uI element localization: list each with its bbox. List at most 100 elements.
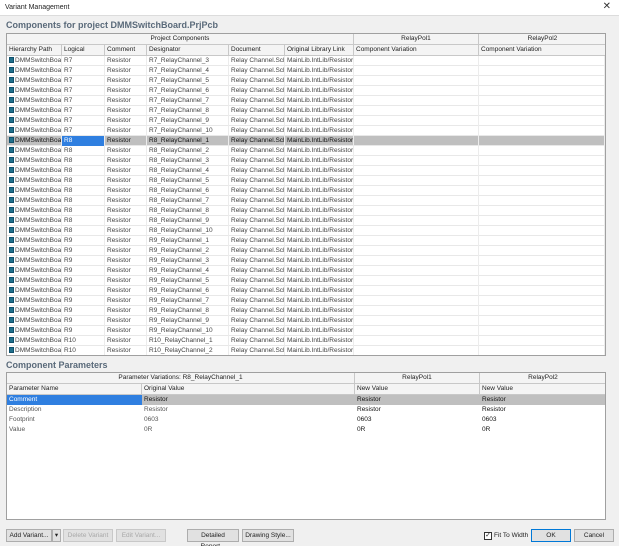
table-row[interactable]: DMMSwitchBoar R9 Resistor R9_RelayChannel_4… [7, 266, 605, 276]
fit-to-width-checkbox[interactable]: ✓ [484, 532, 492, 540]
parameter-v2-cell[interactable]: Resistor [480, 405, 605, 415]
component-variation-cell[interactable] [479, 56, 605, 66]
add-variant-dropdown-icon[interactable]: ▾ [52, 529, 61, 542]
drawing-style-button[interactable]: Drawing Style... [242, 529, 294, 542]
col-header-component-variation-2[interactable]: Component Variation [479, 45, 605, 56]
component-variation-cell[interactable] [479, 266, 605, 276]
parameter-v2-cell[interactable]: 0R [480, 425, 605, 435]
add-variant-button[interactable]: Add Variant... [6, 529, 52, 542]
component-variation-cell[interactable] [354, 286, 479, 296]
component-variation-cell[interactable] [354, 256, 479, 266]
table-row[interactable]: DMMSwitchBoar R8 Resistor R8_RelayChannel_5… [7, 176, 605, 186]
delete-variant-button[interactable]: Delete Variant [63, 529, 113, 542]
components-scrollbar[interactable]: ▲ ▼ [605, 34, 606, 356]
component-variation-cell[interactable] [479, 176, 605, 186]
component-variation-cell[interactable] [354, 246, 479, 256]
component-variation-cell[interactable] [479, 226, 605, 236]
col-header-comment[interactable]: Comment [105, 45, 147, 56]
table-row[interactable]: DMMSwitchBoar R7 Resistor R7_RelayChannel_1… [7, 126, 605, 136]
component-variation-cell[interactable] [479, 186, 605, 196]
component-variation-cell[interactable] [479, 136, 605, 146]
table-row[interactable]: DMMSwitchBoar R9 Resistor R9_RelayChannel_7… [7, 296, 605, 306]
component-variation-cell[interactable] [354, 326, 479, 336]
component-variation-cell[interactable] [354, 66, 479, 76]
component-variation-cell[interactable] [479, 346, 605, 355]
col-header-original-value[interactable]: Original Value [142, 384, 355, 395]
table-row[interactable]: DMMSwitchBoar R9 Resistor R9_RelayChannel_8… [7, 306, 605, 316]
col-header-document[interactable]: Document [229, 45, 285, 56]
component-variation-cell[interactable] [354, 316, 479, 326]
scroll-up-icon[interactable]: ▲ [605, 34, 606, 40]
table-row[interactable]: DMMSwitchBoar R7 Resistor R7_RelayChannel_3… [7, 56, 605, 66]
component-variation-cell[interactable] [354, 56, 479, 66]
col-header-parameter-name[interactable]: Parameter Name [7, 384, 142, 395]
component-variation-cell[interactable] [354, 216, 479, 226]
component-variation-cell[interactable] [354, 296, 479, 306]
table-row[interactable]: DMMSwitchBoar R7 Resistor R7_RelayChannel_6… [7, 86, 605, 96]
table-row[interactable]: DMMSwitchBoar R7 Resistor R7_RelayChannel_4… [7, 66, 605, 76]
component-variation-cell[interactable] [479, 106, 605, 116]
cancel-button[interactable]: Cancel [574, 529, 614, 542]
component-variation-cell[interactable] [479, 256, 605, 266]
component-variation-cell[interactable] [479, 96, 605, 106]
table-row[interactable]: DMMSwitchBoar R8 Resistor R8_RelayChannel_3… [7, 156, 605, 166]
component-variation-cell[interactable] [354, 176, 479, 186]
component-variation-cell[interactable] [354, 226, 479, 236]
component-variation-cell[interactable] [479, 236, 605, 246]
component-variation-cell[interactable] [479, 76, 605, 86]
component-variation-cell[interactable] [354, 266, 479, 276]
table-row[interactable]: DMMSwitchBoar R9 Resistor R9_RelayChannel_1… [7, 326, 605, 336]
close-icon[interactable]: ✕ [603, 1, 611, 12]
component-variation-cell[interactable] [354, 186, 479, 196]
parameter-v1-cell[interactable]: 0603 [355, 415, 480, 425]
component-variation-cell[interactable] [479, 166, 605, 176]
col-header-logical[interactable]: Logical [62, 45, 105, 56]
component-variation-cell[interactable] [354, 76, 479, 86]
col-header-hierarchy-path[interactable]: Hierarchy Path [7, 45, 62, 56]
col-header-designator[interactable]: Designator [147, 45, 229, 56]
table-row[interactable]: DMMSwitchBoar R8 Resistor R8_RelayChannel_4… [7, 166, 605, 176]
component-variation-cell[interactable] [479, 216, 605, 226]
component-variation-cell[interactable] [479, 66, 605, 76]
col-header-component-variation-1[interactable]: Component Variation [354, 45, 479, 56]
component-variation-cell[interactable] [354, 136, 479, 146]
component-variation-cell[interactable] [479, 336, 605, 346]
component-variation-cell[interactable] [479, 156, 605, 166]
table-row[interactable]: DMMSwitchBoar R8 Resistor R8_RelayChannel_7… [7, 196, 605, 206]
component-variation-cell[interactable] [479, 276, 605, 286]
parameter-row[interactable]: Comment Resistor Resistor Resistor [7, 395, 605, 405]
table-row[interactable]: DMMSwitchBoar R7 Resistor R7_RelayChannel_8… [7, 106, 605, 116]
table-row[interactable]: DMMSwitchBoar R8 Resistor R8_RelayChannel_9… [7, 216, 605, 226]
col-header-original-library-link[interactable]: Original Library Link [285, 45, 354, 56]
component-variation-cell[interactable] [354, 106, 479, 116]
component-variation-cell[interactable] [479, 326, 605, 336]
scroll-down-icon[interactable]: ▼ [605, 351, 606, 356]
detailed-report-button[interactable]: Detailed Report... [187, 529, 239, 546]
component-variation-cell[interactable] [479, 286, 605, 296]
component-variation-cell[interactable] [354, 196, 479, 206]
component-variation-cell[interactable] [479, 246, 605, 256]
parameter-v1-cell[interactable]: 0R [355, 425, 480, 435]
component-variation-cell[interactable] [354, 146, 479, 156]
parameter-v2-cell[interactable]: 0603 [480, 415, 605, 425]
parameter-v1-cell[interactable]: Resistor [355, 405, 480, 415]
table-row[interactable]: DMMSwitchBoar R10 Resistor R10_RelayChannel… [7, 336, 605, 346]
table-row[interactable]: DMMSwitchBoar R9 Resistor R9_RelayChannel_1… [7, 236, 605, 246]
component-variation-cell[interactable] [354, 126, 479, 136]
edit-variant-button[interactable]: Edit Variant... [116, 529, 166, 542]
table-row[interactable]: DMMSwitchBoar R9 Resistor R9_RelayChannel_3… [7, 256, 605, 266]
table-row[interactable]: DMMSwitchBoar R8 Resistor R8_RelayChannel_6… [7, 186, 605, 196]
component-variation-cell[interactable] [479, 196, 605, 206]
table-row[interactable]: DMMSwitchBoar R8 Resistor R8_RelayChannel_1… [7, 226, 605, 236]
parameter-row[interactable]: Footprint 0603 0603 0603 [7, 415, 605, 425]
component-variation-cell[interactable] [354, 306, 479, 316]
table-row[interactable]: DMMSwitchBoar R7 Resistor R7_RelayChannel_5… [7, 76, 605, 86]
component-variation-cell[interactable] [354, 276, 479, 286]
parameter-v2-cell[interactable]: Resistor [480, 395, 605, 405]
component-variation-cell[interactable] [479, 206, 605, 216]
ok-button[interactable]: OK [531, 529, 571, 542]
table-row[interactable]: DMMSwitchBoar R9 Resistor R9_RelayChannel_6… [7, 286, 605, 296]
component-variation-cell[interactable] [354, 336, 479, 346]
component-variation-cell[interactable] [354, 116, 479, 126]
table-row[interactable]: DMMSwitchBoar R8 Resistor R8_RelayChannel_1… [7, 136, 605, 146]
